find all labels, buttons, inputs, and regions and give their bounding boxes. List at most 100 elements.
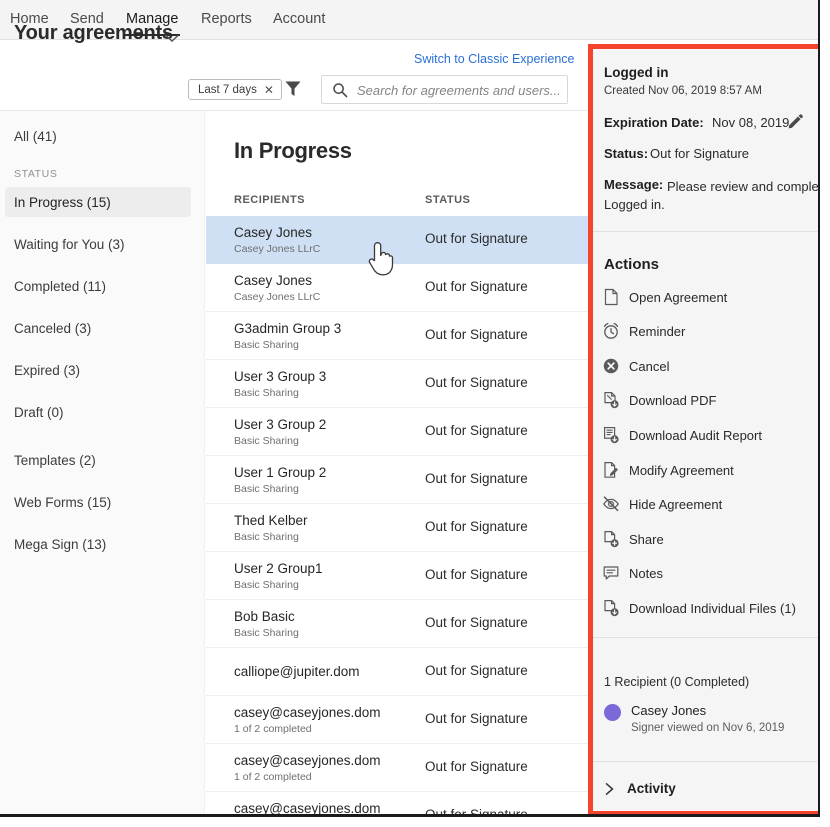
sidebar-item-web-forms-15[interactable]: Web Forms (15) xyxy=(5,487,191,517)
action-download-audit-report[interactable]: Download Audit Report xyxy=(602,423,814,447)
modify-document-icon xyxy=(602,461,620,479)
row-recipient-name: Thed Kelber xyxy=(234,513,308,528)
expiration-date-value: Nov 08, 2019 xyxy=(712,115,789,130)
action-label: Reminder xyxy=(629,324,685,339)
filter-funnel-icon[interactable] xyxy=(284,79,302,99)
sidebar-item-label: Expired (3) xyxy=(14,363,80,378)
actions-section-title: Actions xyxy=(604,256,659,273)
document-icon xyxy=(602,288,620,306)
action-notes[interactable]: Notes xyxy=(602,561,814,585)
chevron-down-icon[interactable] xyxy=(165,30,179,47)
sidebar-item-mega-sign-13[interactable]: Mega Sign (13) xyxy=(5,529,191,559)
alarm-clock-icon xyxy=(602,322,620,340)
agreement-detail-panel: Logged in Created Nov 06, 2019 8:57 AM E… xyxy=(593,49,818,811)
activity-expander[interactable]: Activity xyxy=(604,781,676,796)
row-recipient-subtitle: Basic Sharing xyxy=(234,387,299,399)
expiration-date-label: Expiration Date: xyxy=(604,115,704,130)
action-label: Notes xyxy=(629,566,663,581)
row-recipient-name: Bob Basic xyxy=(234,609,295,624)
agreements-list-panel: In Progress RECIPIENTS STATUS Casey Jone… xyxy=(206,111,589,814)
recipient-name: Casey Jones xyxy=(631,703,706,718)
row-recipient-subtitle: Basic Sharing xyxy=(234,531,299,543)
row-recipient-name: calliope@jupiter.dom xyxy=(234,664,360,679)
table-row[interactable]: casey@caseyjones.dom1 of 2 completedOut … xyxy=(206,792,589,814)
sidebar-item-draft-0[interactable]: Draft (0) xyxy=(5,397,191,427)
table-row[interactable]: User 1 Group 2Basic SharingOut for Signa… xyxy=(206,456,589,504)
table-row[interactable]: casey@caseyjones.dom1 of 2 completedOut … xyxy=(206,744,589,792)
column-header-status: STATUS xyxy=(425,194,470,206)
row-status: Out for Signature xyxy=(425,231,528,246)
sidebar-item-label: Canceled (3) xyxy=(14,321,91,336)
row-recipient-name: casey@caseyjones.dom xyxy=(234,705,381,720)
action-open-agreement[interactable]: Open Agreement xyxy=(602,285,814,309)
action-share[interactable]: Share xyxy=(602,527,814,551)
eye-off-icon xyxy=(602,495,620,513)
action-reminder[interactable]: Reminder xyxy=(602,319,814,343)
row-recipient-subtitle: Basic Sharing xyxy=(234,339,299,351)
search-box[interactable] xyxy=(321,75,568,104)
agreements-row-list: Casey JonesCasey Jones LLrCOut for Signa… xyxy=(206,216,589,814)
nav-item-account[interactable]: Account xyxy=(273,11,325,27)
action-cancel[interactable]: Cancel xyxy=(602,354,814,378)
row-recipient-name: casey@caseyjones.dom xyxy=(234,801,381,814)
row-status: Out for Signature xyxy=(425,663,528,678)
sidebar-item-label: Web Forms (15) xyxy=(14,495,111,510)
pencil-icon[interactable] xyxy=(787,113,804,130)
sidebar-item-label: Mega Sign (13) xyxy=(14,537,106,552)
agreement-status-section: Logged in Created Nov 06, 2019 8:57 AM E… xyxy=(593,49,818,231)
sidebar-item-canceled-3[interactable]: Canceled (3) xyxy=(5,313,191,343)
agreement-created-date: Created Nov 06, 2019 8:57 AM xyxy=(604,85,762,97)
sidebar-item-expired-3[interactable]: Expired (3) xyxy=(5,355,191,385)
action-hide-agreement[interactable]: Hide Agreement xyxy=(602,492,814,516)
switch-to-classic-experience-link[interactable]: Switch to Classic Experience xyxy=(414,52,574,66)
row-recipient-name: User 3 Group 3 xyxy=(234,369,326,384)
action-label: Hide Agreement xyxy=(629,497,722,512)
close-icon[interactable]: ✕ xyxy=(264,84,274,96)
sidebar-item-completed-11[interactable]: Completed (11) xyxy=(5,271,191,301)
sidebar-item-label: Waiting for You (3) xyxy=(14,237,125,252)
filter-chip-last-7-days[interactable]: Last 7 days ✕ xyxy=(188,79,282,100)
action-download-individual-files-1[interactable]: Download Individual Files (1) xyxy=(602,596,814,620)
app-window: HomeSendManageReportsAccount Your agreem… xyxy=(0,0,820,817)
search-icon xyxy=(332,82,348,98)
sidebar-item-waiting-for-you-3[interactable]: Waiting for You (3) xyxy=(5,229,191,259)
sidebar-item-all[interactable]: All (41) xyxy=(5,121,191,151)
message-value: Please review and complete xyxy=(667,177,818,197)
table-row[interactable]: calliope@jupiter.dom Out for Signature xyxy=(206,648,589,696)
table-row[interactable]: Casey JonesCasey Jones LLrCOut for Signa… xyxy=(206,264,589,312)
table-row[interactable]: casey@caseyjones.dom1 of 2 completedOut … xyxy=(206,696,589,744)
action-download-pdf[interactable]: Download PDF xyxy=(602,388,814,412)
sidebar-item-in-progress-15[interactable]: In Progress (15) xyxy=(5,187,191,217)
table-row[interactable]: User 2 Group1Basic SharingOut for Signat… xyxy=(206,552,589,600)
table-row[interactable]: Thed Kelber Basic Sharing Out for Signatur… xyxy=(206,504,589,552)
notes-icon xyxy=(602,564,620,582)
row-recipient-name: User 2 Group1 xyxy=(234,561,323,576)
row-recipient-name: Casey Jones xyxy=(234,273,312,288)
search-input[interactable] xyxy=(355,76,564,105)
action-modify-agreement[interactable]: Modify Agreement xyxy=(602,458,814,482)
sidebar-item-templates-2[interactable]: Templates (2) xyxy=(5,445,191,475)
table-row[interactable]: User 3 Group 3Basic SharingOut for Signa… xyxy=(206,360,589,408)
sidebar-item-label: In Progress (15) xyxy=(14,195,111,210)
filter-sidebar: All (41) STATUS In Progress (15) Waiting … xyxy=(0,111,205,814)
row-status: Out for Signature xyxy=(425,519,528,534)
row-status: Out for Signature xyxy=(425,807,528,814)
row-recipient-name: User 3 Group 2 xyxy=(234,417,326,432)
column-header-recipients: RECIPIENTS xyxy=(234,194,305,206)
audit-report-icon xyxy=(602,426,620,444)
action-label: Download Individual Files (1) xyxy=(629,601,796,616)
sidebar-item-label: Completed (11) xyxy=(14,279,106,294)
cancel-circle-icon xyxy=(602,357,620,375)
table-row[interactable]: User 3 Group 2Basic SharingOut for Signa… xyxy=(206,408,589,456)
table-row[interactable]: Bob BasicBasic SharingOut for Signature xyxy=(206,600,589,648)
table-row[interactable]: Casey JonesCasey Jones LLrCOut for Signa… xyxy=(206,216,589,264)
table-row[interactable]: G3admin Group 3Basic SharingOut for Sign… xyxy=(206,312,589,360)
action-label: Share xyxy=(629,532,664,547)
status-value: Out for Signature xyxy=(650,146,749,161)
row-recipient-name: casey@caseyjones.dom xyxy=(234,753,381,768)
sidebar-item-label: All (41) xyxy=(14,129,57,144)
avatar xyxy=(604,704,621,721)
download-pdf-icon xyxy=(602,391,620,409)
nav-item-reports[interactable]: Reports xyxy=(201,11,252,27)
sidebar-status-heading: STATUS xyxy=(14,168,57,180)
